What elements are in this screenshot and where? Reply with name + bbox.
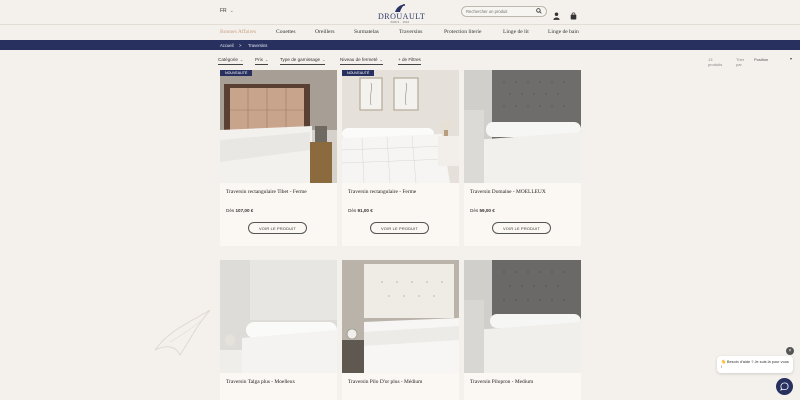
filter-category-label: Catégorie bbox=[218, 57, 238, 62]
product-price: Dès 107,00 € bbox=[226, 208, 253, 213]
breadcrumb-current: Traversins bbox=[248, 42, 268, 48]
product-price: Dès 59,00 € bbox=[470, 208, 495, 213]
sort-direction-icon[interactable]: ▾ bbox=[790, 56, 792, 61]
price-value: 91,00 € bbox=[357, 208, 373, 213]
new-badge: NOUVEAUTÉ bbox=[342, 70, 375, 76]
new-badge: NOUVEAUTÉ bbox=[220, 70, 253, 76]
nav-item-surmatelas[interactable]: Surmatelas bbox=[354, 29, 379, 35]
filter-firmness[interactable]: Niveau de fermeté ⌄ bbox=[340, 56, 383, 65]
top-bar: FR ⌄ DROUAULT PARIS · 1916 bbox=[0, 0, 800, 24]
nav-item-couettes[interactable]: Couettes bbox=[276, 29, 296, 35]
price-value: 107,00 € bbox=[235, 208, 254, 213]
chevron-down-icon: ⌄ bbox=[264, 57, 269, 62]
product-title[interactable]: Traversin rectangulaire Tibet - Ferme bbox=[226, 189, 307, 195]
product-price: Dès 91,00 € bbox=[348, 208, 373, 213]
product-image[interactable] bbox=[220, 70, 337, 183]
filter-bar: Catégorie ⌄ Prix ⌄ Type de garnissage ⌄ Niv… bbox=[218, 56, 792, 67]
view-product-button[interactable]: VOIR LE PRODUIT bbox=[248, 222, 307, 234]
main-navigation: Bonnes Affaires Couettes Oreillers Surma… bbox=[0, 24, 800, 40]
chevron-down-icon: ⌄ bbox=[379, 57, 383, 62]
breadcrumb-home[interactable]: Accueil bbox=[220, 43, 234, 48]
price-prefix: Dès bbox=[348, 208, 357, 213]
logo-name: DROUAULT bbox=[378, 12, 426, 21]
nav-item-protection-literie[interactable]: Protection literie bbox=[444, 29, 481, 35]
user-icon[interactable] bbox=[553, 7, 560, 20]
product-image[interactable] bbox=[464, 260, 581, 373]
filter-firmness-label: Niveau de fermeté bbox=[340, 57, 378, 62]
nav-item-bonnes-affaires[interactable]: Bonnes Affaires bbox=[220, 29, 256, 35]
search-box[interactable] bbox=[461, 6, 547, 17]
filter-filling-type[interactable]: Type de garnissage ⌄ bbox=[280, 56, 326, 65]
product-title[interactable]: Traversin Talga plus - Moelleux bbox=[226, 379, 295, 385]
product-image[interactable] bbox=[464, 70, 581, 183]
product-card[interactable]: Traversin Talga plus - Moelleux bbox=[220, 260, 337, 400]
view-product-button[interactable]: VOIR LE PRODUIT bbox=[492, 222, 551, 234]
product-card[interactable]: NOUVEAUTÉ Traversin rectangulaire Tibet … bbox=[220, 70, 337, 246]
decorative-bird-watermark bbox=[154, 309, 211, 356]
product-image[interactable] bbox=[342, 70, 459, 183]
product-image[interactable] bbox=[342, 260, 459, 373]
chat-close-button[interactable]: × bbox=[786, 347, 794, 355]
price-prefix: Dès bbox=[226, 208, 235, 213]
filter-price-label: Prix bbox=[255, 57, 263, 62]
bag-icon[interactable] bbox=[570, 7, 577, 20]
product-card[interactable]: NOUVEAUTÉ Traversin rectangulaire - Ferm… bbox=[342, 70, 459, 246]
language-selector[interactable]: FR ⌄ bbox=[220, 8, 234, 14]
product-title[interactable]: Traversin Pilo D'or plus - Médium bbox=[348, 379, 422, 385]
nav-item-linge-de-bain[interactable]: Linge de bain bbox=[548, 29, 579, 35]
chevron-down-icon: ⌄ bbox=[239, 57, 244, 62]
chat-bubble-icon bbox=[780, 382, 789, 391]
product-title[interactable]: Traversin rectangulaire - Ferme bbox=[348, 189, 416, 195]
product-card[interactable]: Traversin Pilopron - Medium bbox=[464, 260, 581, 400]
nav-item-linge-de-lit[interactable]: Linge de lit bbox=[503, 29, 529, 35]
filter-price[interactable]: Prix ⌄ bbox=[255, 56, 269, 65]
search-input[interactable] bbox=[466, 9, 536, 14]
chat-greeting[interactable]: 👋 Besoin d'aide ? Je suis là pour vous ! bbox=[717, 356, 793, 373]
product-card[interactable]: Traversin Domaine - MOELLEUX Dès 59,00 €… bbox=[464, 70, 581, 246]
sort-label: Trier par bbox=[736, 57, 745, 67]
filter-more-label: + de Filtres bbox=[398, 57, 421, 62]
language-label: FR bbox=[220, 8, 227, 14]
logo[interactable]: DROUAULT PARIS · 1916 bbox=[378, 3, 426, 25]
nav-item-traversins[interactable]: Traversins bbox=[399, 29, 422, 35]
search-icon[interactable] bbox=[536, 7, 542, 16]
nav-item-oreillers[interactable]: Oreillers bbox=[315, 29, 335, 35]
product-image[interactable] bbox=[220, 260, 337, 373]
product-card[interactable]: Traversin Pilo D'or plus - Médium bbox=[342, 260, 459, 400]
price-prefix: Dès bbox=[470, 208, 479, 213]
price-value: 59,00 € bbox=[479, 208, 495, 213]
breadcrumb: Accueil > Traversins bbox=[0, 40, 800, 50]
sort-select[interactable]: Position bbox=[754, 57, 768, 62]
product-count: 13 produits bbox=[708, 57, 723, 67]
filter-category[interactable]: Catégorie ⌄ bbox=[218, 56, 244, 65]
chevron-down-icon: ⌄ bbox=[322, 57, 326, 62]
chevron-down-icon: ⌄ bbox=[229, 8, 234, 14]
product-title[interactable]: Traversin Pilopron - Medium bbox=[470, 379, 533, 385]
view-product-button[interactable]: VOIR LE PRODUIT bbox=[370, 222, 429, 234]
filter-more[interactable]: + de Filtres bbox=[398, 56, 421, 65]
breadcrumb-separator: > bbox=[239, 42, 242, 48]
chat-launcher-button[interactable] bbox=[776, 378, 793, 395]
product-title[interactable]: Traversin Domaine - MOELLEUX bbox=[470, 189, 546, 195]
filter-filling-label: Type de garnissage bbox=[280, 57, 321, 62]
